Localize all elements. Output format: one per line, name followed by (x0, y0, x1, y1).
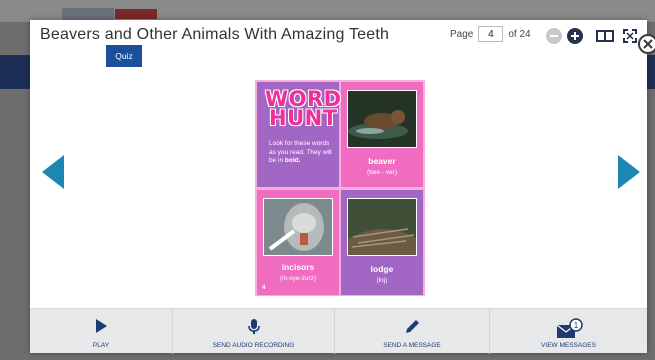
message-count-badge: 1 (573, 321, 578, 330)
page-control: Page of 24 (450, 26, 531, 42)
page-number-input[interactable] (478, 26, 504, 42)
play-icon (96, 319, 107, 333)
zoom-out-button[interactable] (546, 28, 562, 44)
page-view-button[interactable] (595, 28, 615, 49)
fullscreen-button[interactable] (622, 28, 638, 49)
footer-toolbar: PLAY SEND AUDIO RECORDING SEND A MESSAGE… (30, 308, 647, 354)
vocab-word: incisors (281, 262, 315, 272)
close-button[interactable] (638, 34, 655, 54)
vocab-pronunciation: (loj) (376, 277, 388, 284)
page-total: of 24 (508, 28, 531, 40)
background-brand-logo (115, 9, 157, 19)
word-hunt-panel: WORD HUNT Look for these words as you re… (257, 82, 342, 187)
vocab-word: beaver (368, 156, 396, 166)
book-page: WORD HUNT Look for these words as you re… (255, 80, 425, 296)
word-hunt-heading: WORD HUNT (265, 87, 342, 130)
vocab-word: lodge (370, 264, 394, 274)
plus-icon (571, 32, 579, 40)
envelope-icon: 1 (556, 318, 583, 338)
previous-page-arrow-icon[interactable] (42, 155, 64, 189)
vocab-pronunciation: (in-sye-zurz) (279, 275, 317, 282)
next-page-arrow-icon[interactable] (618, 155, 640, 189)
microphone-icon (247, 319, 260, 334)
minus-icon (550, 35, 558, 37)
lodge-photo (347, 198, 417, 256)
page-number: 4 (262, 285, 266, 291)
incisors-photo (263, 198, 333, 256)
vocab-pronunciation: (bee - ver) (367, 169, 397, 176)
vocab-panel-lodge: lodge (loj) (341, 190, 423, 295)
expand-icon (623, 29, 637, 43)
book-view-icon (596, 30, 614, 42)
send-audio-recording-label: SEND AUDIO RECORDING (212, 342, 295, 349)
send-message-button[interactable]: SEND A MESSAGE (335, 309, 490, 354)
send-message-label: SEND A MESSAGE (383, 342, 441, 349)
background-logo (62, 8, 114, 20)
vocab-panel-incisors: incisors (in-sye-zurz) 4 (257, 190, 339, 295)
word-hunt-instructions: Look for these words as you read. They w… (269, 140, 332, 164)
vocab-panel-beaver: beaver (bee - ver) (341, 82, 423, 187)
beaver-photo (347, 90, 417, 148)
view-messages-label: VIEW MESSAGES (541, 342, 596, 349)
pencil-icon (406, 320, 419, 333)
book-title: Beavers and Other Animals With Amazing T… (40, 26, 390, 43)
quiz-button[interactable]: Quiz (106, 45, 142, 67)
send-audio-recording-button[interactable]: SEND AUDIO RECORDING (173, 309, 335, 354)
play-label: PLAY (92, 342, 110, 349)
close-icon (643, 39, 653, 49)
zoom-in-button[interactable] (567, 28, 583, 44)
view-messages-button[interactable]: 1 VIEW MESSAGES (490, 309, 647, 354)
play-button[interactable]: PLAY (30, 309, 173, 354)
page-label: Page (450, 28, 474, 40)
